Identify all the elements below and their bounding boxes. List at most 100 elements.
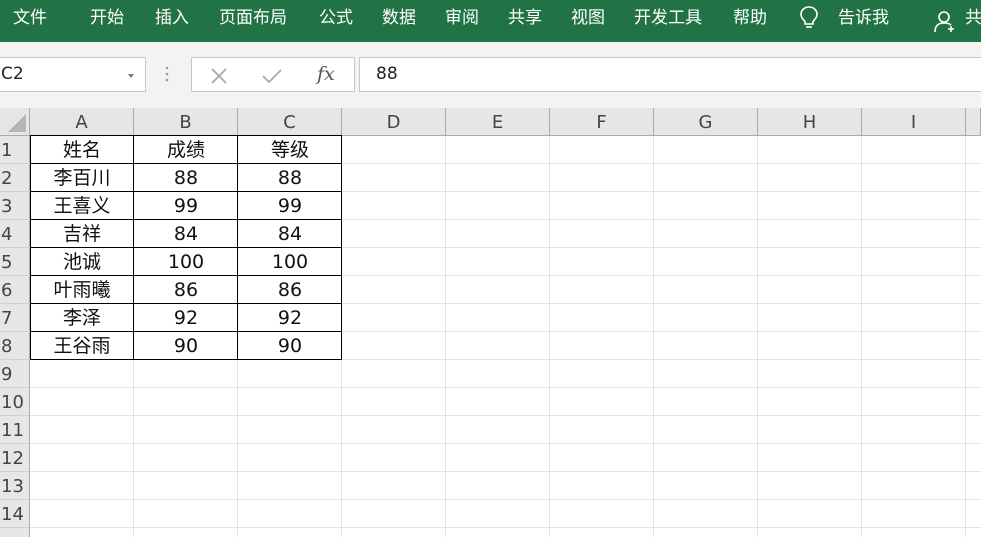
tab-formulas[interactable]: 公式: [319, 0, 353, 36]
formula-input[interactable]: 88: [359, 57, 981, 92]
column-header-h[interactable]: H: [758, 108, 862, 136]
formula-tools: fx: [191, 57, 355, 92]
cell-c6[interactable]: 86: [238, 276, 342, 304]
tab-file[interactable]: 文件: [13, 0, 47, 36]
gridline: [30, 415, 981, 416]
cell-a2[interactable]: 李百川: [30, 164, 134, 192]
name-box[interactable]: C2: [0, 57, 146, 92]
column-header-d[interactable]: D: [342, 108, 446, 136]
column-header-c[interactable]: C: [238, 108, 342, 136]
share-button[interactable]: 共: [965, 0, 981, 36]
gridline: [653, 136, 654, 537]
lightbulb-icon[interactable]: [798, 5, 820, 31]
cell-b3[interactable]: 99: [134, 192, 238, 220]
splitter-dots-icon[interactable]: [165, 66, 169, 82]
cell-a8[interactable]: 王谷雨: [30, 332, 134, 360]
tell-me-search[interactable]: 告诉我: [838, 0, 889, 36]
tab-help[interactable]: 帮助: [733, 0, 767, 36]
column-header-a[interactable]: A: [30, 108, 134, 136]
cancel-icon[interactable]: [210, 67, 228, 85]
gridline: [965, 136, 966, 537]
row-header-7[interactable]: 7: [0, 304, 30, 332]
gridline: [30, 527, 981, 528]
row-header-6[interactable]: 6: [0, 276, 30, 304]
table-border: [30, 275, 342, 276]
tab-developer[interactable]: 开发工具: [634, 0, 702, 36]
cell-c1[interactable]: 等级: [238, 136, 342, 164]
cell-b1[interactable]: 成绩: [134, 136, 238, 164]
tab-view[interactable]: 视图: [571, 0, 605, 36]
table-border: [30, 247, 342, 248]
cell-b2[interactable]: 88: [134, 164, 238, 192]
table-border: [30, 135, 342, 136]
cell-c2[interactable]: 88: [238, 164, 342, 192]
share-user-icon[interactable]: [934, 9, 958, 33]
column-header-f[interactable]: F: [550, 108, 654, 136]
row-header-14[interactable]: 14: [0, 500, 30, 528]
row-header-10[interactable]: 10: [0, 388, 30, 416]
cell-a1[interactable]: 姓名: [30, 136, 134, 164]
tab-data[interactable]: 数据: [382, 0, 416, 36]
cell-c8[interactable]: 90: [238, 332, 342, 360]
row-header-3[interactable]: 3: [0, 192, 30, 220]
checkmark-icon[interactable]: [261, 67, 283, 85]
gridline: [30, 387, 981, 388]
insert-function-button[interactable]: fx: [317, 58, 335, 91]
cell-c7[interactable]: 92: [238, 304, 342, 332]
row-header-1[interactable]: 1: [0, 136, 30, 164]
column-header-j[interactable]: [966, 108, 981, 136]
row-header-2[interactable]: 2: [0, 164, 30, 192]
tab-review[interactable]: 审阅: [445, 0, 479, 36]
ribbon-tab-bar: 文件 开始 插入 页面布局 公式 数据 审阅 共享 视图 开发工具 帮助 告诉我…: [0, 0, 981, 42]
cell-a7[interactable]: 李泽: [30, 304, 134, 332]
row-header-4[interactable]: 4: [0, 220, 30, 248]
select-all-button[interactable]: [0, 108, 30, 136]
cell-b5[interactable]: 100: [134, 248, 238, 276]
table-border: [30, 303, 342, 304]
tab-page-layout[interactable]: 页面布局: [219, 0, 287, 36]
cell-c3[interactable]: 99: [238, 192, 342, 220]
chevron-down-icon[interactable]: [128, 74, 134, 78]
cell-b6[interactable]: 86: [134, 276, 238, 304]
row-header-12[interactable]: 12: [0, 444, 30, 472]
gridline: [30, 443, 981, 444]
table-border: [237, 135, 238, 360]
row-header-9[interactable]: 9: [0, 360, 30, 388]
table-border: [30, 331, 342, 332]
cell-a3[interactable]: 王喜义: [30, 192, 134, 220]
row-header-11[interactable]: 11: [0, 416, 30, 444]
table-border: [30, 359, 342, 360]
tab-insert[interactable]: 插入: [155, 0, 189, 36]
gridline: [445, 136, 446, 537]
cell-a4[interactable]: 吉祥: [30, 220, 134, 248]
cell-b8[interactable]: 90: [134, 332, 238, 360]
worksheet-grid[interactable]: A B C D E F G H I 1 2 3 4 5 6 7 8 9 10 1…: [0, 108, 981, 537]
gridline: [30, 471, 981, 472]
cell-a6[interactable]: 叶雨曦: [30, 276, 134, 304]
cell-b7[interactable]: 92: [134, 304, 238, 332]
formula-bar-area: C2 fx 88: [0, 42, 981, 108]
row-header-8[interactable]: 8: [0, 332, 30, 360]
table-border: [341, 135, 342, 360]
table-border: [30, 191, 342, 192]
row-header-15[interactable]: [0, 528, 30, 537]
row-header-13[interactable]: 13: [0, 472, 30, 500]
gridline: [757, 136, 758, 537]
formula-content: 88: [376, 64, 398, 84]
gridline: [861, 136, 862, 537]
cell-b4[interactable]: 84: [134, 220, 238, 248]
table-border: [133, 135, 134, 360]
cell-a5[interactable]: 池诚: [30, 248, 134, 276]
cell-c5[interactable]: 100: [238, 248, 342, 276]
table-border: [30, 135, 31, 360]
tab-share[interactable]: 共享: [508, 0, 542, 36]
tab-home[interactable]: 开始: [90, 0, 124, 36]
column-header-b[interactable]: B: [134, 108, 238, 136]
row-header-5[interactable]: 5: [0, 248, 30, 276]
gridline: [549, 136, 550, 537]
cell-c4[interactable]: 84: [238, 220, 342, 248]
name-box-value: C2: [1, 64, 24, 84]
column-header-e[interactable]: E: [446, 108, 550, 136]
column-header-g[interactable]: G: [654, 108, 758, 136]
column-header-i[interactable]: I: [862, 108, 966, 136]
